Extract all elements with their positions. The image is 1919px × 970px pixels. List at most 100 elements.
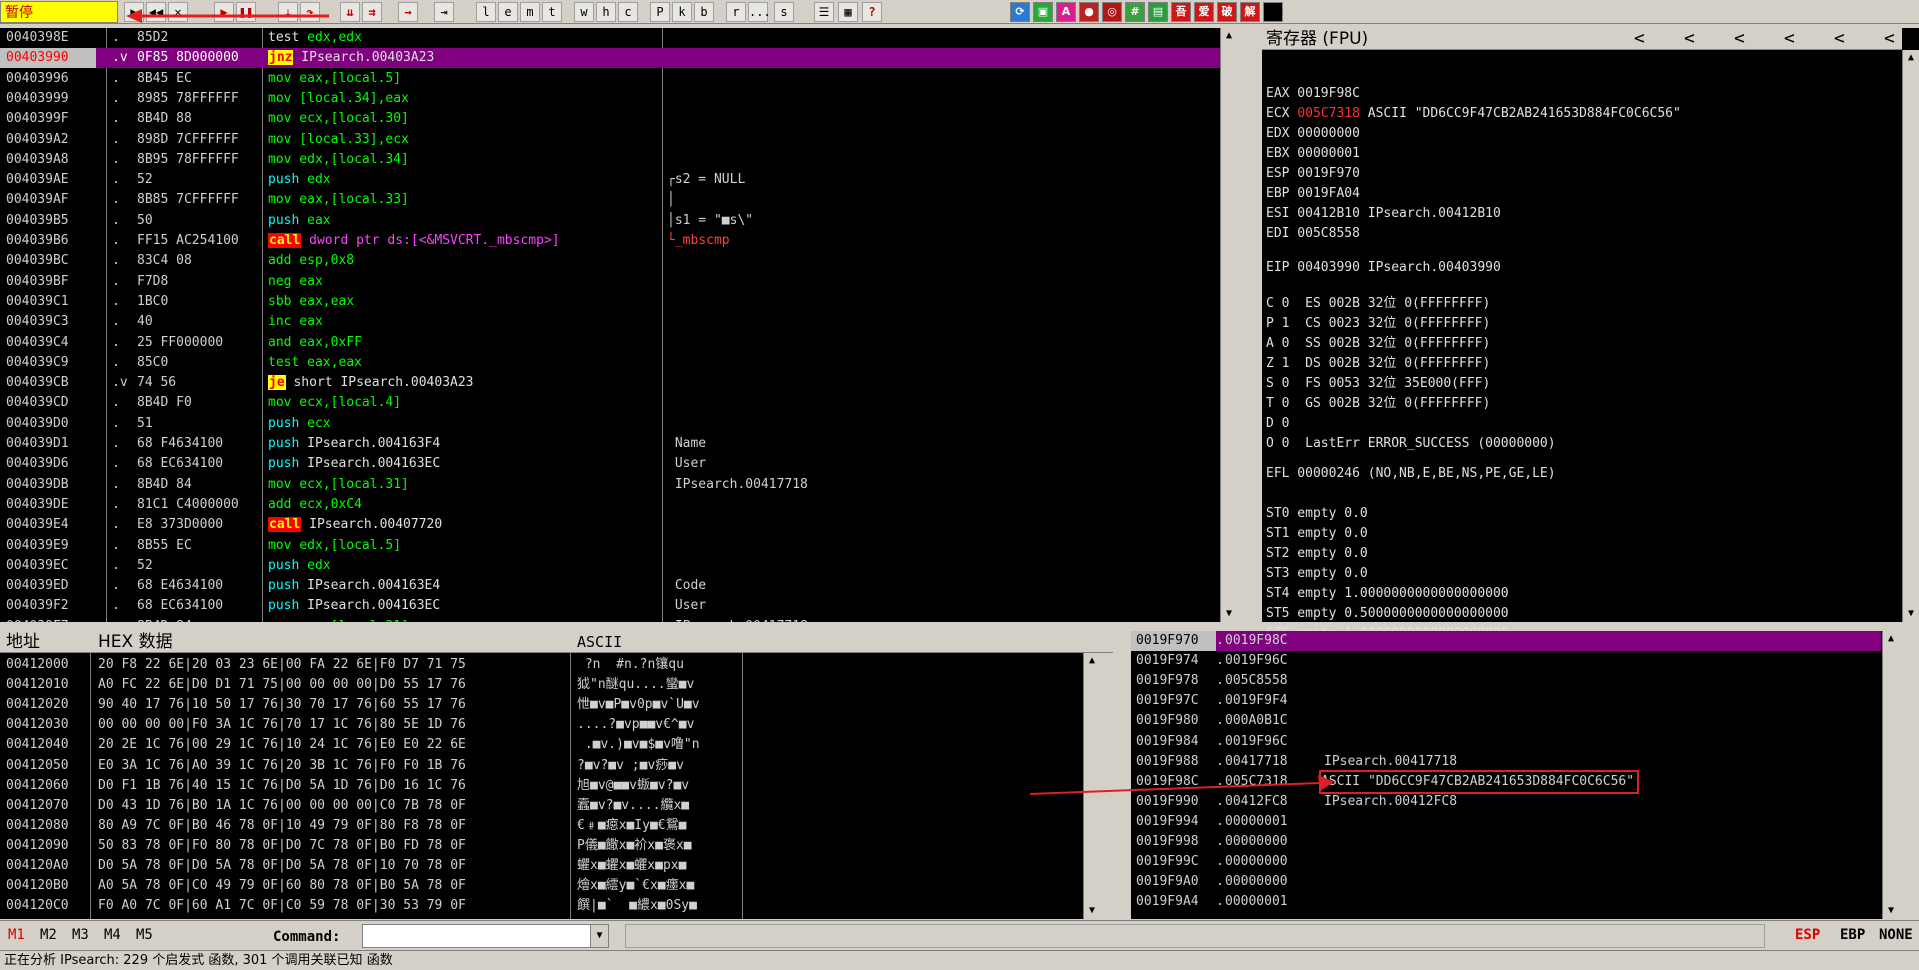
tab-m4[interactable]: M4 bbox=[104, 927, 121, 943]
scroll-up-icon[interactable]: ▲ bbox=[1084, 653, 1100, 669]
dump-row[interactable]: 00412050 E0 3A 1C 76|A0 39 1C 76|20 3B 1C… bbox=[0, 756, 1080, 776]
disasm-row[interactable]: 004039B5. 50 push eax │s1 = "■s\" bbox=[0, 211, 1220, 231]
threads-window-button[interactable]: t bbox=[542, 2, 562, 22]
scroll-up-icon[interactable]: ▲ bbox=[1221, 28, 1237, 44]
ebp-label[interactable]: EBP bbox=[1840, 927, 1865, 943]
help-button[interactable]: ? bbox=[862, 2, 882, 22]
register-line[interactable]: ESP 0019F970 bbox=[1266, 164, 1360, 184]
collapse-left-icon[interactable]: < bbox=[1884, 28, 1895, 50]
register-line[interactable]: D 0 bbox=[1266, 414, 1289, 434]
disasm-row[interactable]: 0040398E. 85D2 test edx,edx bbox=[0, 28, 1220, 48]
collapse-left-icon[interactable]: < bbox=[1684, 28, 1695, 50]
list-icon[interactable]: ☰ bbox=[814, 2, 834, 22]
memory-dump-pane[interactable]: 00412000 20 F8 22 6E|20 03 23 6E|00 FA 22… bbox=[0, 653, 1100, 919]
po-button[interactable]: 破 bbox=[1217, 2, 1237, 22]
callstack-window-button[interactable]: k bbox=[672, 2, 692, 22]
references-window-button[interactable]: r bbox=[726, 2, 746, 22]
register-line[interactable]: EAX 0019F98C bbox=[1266, 84, 1360, 104]
register-line[interactable]: EIP 00403990 IPsearch.00403990 bbox=[1266, 258, 1501, 278]
disasm-row[interactable]: 004039A2. 898D 7CFFFFFF mov [local.33],ecx bbox=[0, 130, 1220, 150]
tab-m3[interactable]: M3 bbox=[72, 927, 89, 943]
disasm-row[interactable]: 004039ED. 68 E4634100 push IPsearch.004163… bbox=[0, 576, 1220, 596]
register-line[interactable]: ST1 empty 0.0 bbox=[1266, 524, 1368, 544]
stack-row[interactable]: 0019F9A4. 00000001 bbox=[1131, 892, 1881, 912]
scroll-down-icon[interactable]: ▼ bbox=[1221, 606, 1237, 622]
disasm-row[interactable]: 004039BF. F7D8 neg eax bbox=[0, 272, 1220, 292]
disasm-row[interactable]: 004039E4. E8 373D0000 call IPsearch.004077… bbox=[0, 515, 1220, 535]
cpu-window-button[interactable]: c bbox=[618, 2, 638, 22]
stack-row[interactable]: 0019F978. 005C8558 bbox=[1131, 671, 1881, 691]
plugin-icon[interactable]: ▣ bbox=[1033, 2, 1053, 22]
register-line[interactable]: T 0 GS 002B 32位 0(FFFFFFFF) bbox=[1266, 394, 1490, 414]
black-icon[interactable] bbox=[1263, 2, 1283, 22]
registers-pane[interactable]: 寄存器 (FPU) < < < < < < EAX 0019F98C ECX 00… bbox=[1262, 28, 1919, 679]
breakpoints-window-button[interactable]: b bbox=[694, 2, 714, 22]
scroll-down-icon[interactable]: ▼ bbox=[1883, 903, 1899, 919]
esp-label[interactable]: ESP bbox=[1795, 927, 1820, 943]
dump-row[interactable]: 00412020 90 40 17 76|10 50 17 76|30 70 17… bbox=[0, 695, 1080, 715]
register-line[interactable]: ST0 empty 0.0 bbox=[1266, 504, 1368, 524]
scroll-up-icon[interactable]: ▲ bbox=[1883, 631, 1899, 647]
command-input[interactable]: ▼ bbox=[362, 924, 609, 948]
none-label[interactable]: NONE bbox=[1879, 927, 1913, 943]
handles-window-button[interactable]: h bbox=[596, 2, 616, 22]
collapse-left-icon[interactable]: < bbox=[1784, 28, 1795, 50]
tab-m2[interactable]: M2 bbox=[40, 927, 57, 943]
dump-header-address[interactable]: 地址 bbox=[6, 631, 40, 653]
record-icon[interactable]: ● bbox=[1079, 2, 1099, 22]
disasm-row[interactable]: 00403990 .v 0F85 8D000000 jnz IPsearch.0040… bbox=[0, 48, 1220, 69]
collapse-left-icon[interactable]: < bbox=[1834, 28, 1845, 50]
disasm-row[interactable]: 004039D0. 51 push ecx bbox=[0, 414, 1220, 434]
register-value-changed[interactable]: 005C7318 bbox=[1297, 106, 1360, 121]
dump-row[interactable]: 00412010 A0 FC 22 6E|D0 D1 71 75|00 00 00… bbox=[0, 675, 1080, 695]
register-line[interactable]: EFL 00000246 (NO,NB,E,BE,NS,PE,GE,LE) bbox=[1266, 464, 1556, 484]
memory-window-button[interactable]: m bbox=[520, 2, 540, 22]
disasm-row[interactable]: 004039E9. 8B55 EC mov edx,[local.5] bbox=[0, 536, 1220, 556]
trace-into-icon[interactable]: ⇊ bbox=[340, 2, 360, 22]
register-line[interactable]: C 0 ES 002B 32位 0(FFFFFFFF) bbox=[1266, 294, 1490, 314]
stack-row[interactable]: 0019F970. 0019F98C bbox=[1131, 631, 1881, 651]
stack-row[interactable]: 0019F998. 00000000 bbox=[1131, 832, 1881, 852]
register-line[interactable]: A 0 SS 002B 32位 0(FFFFFFFF) bbox=[1266, 334, 1490, 354]
collapse-left-icon[interactable]: < bbox=[1634, 28, 1645, 50]
disasm-row[interactable]: 004039C1. 1BC0 sbb eax,eax bbox=[0, 292, 1220, 312]
register-line[interactable]: EBX 00000001 bbox=[1266, 144, 1360, 164]
stack-row[interactable]: 0019F97C. 0019F9F4 bbox=[1131, 691, 1881, 711]
ascii-icon[interactable]: A bbox=[1056, 2, 1076, 22]
dump-row[interactable]: 00412060 D0 F1 1B 76|40 15 1C 76|D0 5A 1D… bbox=[0, 776, 1080, 796]
stack-row[interactable]: 0019F988. 00417718 IPsearch.00417718 bbox=[1131, 752, 1881, 772]
register-line[interactable]: ESI 00412B10 IPsearch.00412B10 bbox=[1266, 204, 1501, 224]
disasm-row[interactable]: 004039CB .v 74 56 je short IPsearch.00403A2… bbox=[0, 373, 1220, 393]
dump-row[interactable]: 00412040 20 2E 1C 76|00 29 1C 76|10 24 1C… bbox=[0, 735, 1080, 755]
scroll-up-icon[interactable]: ▲ bbox=[1903, 50, 1919, 66]
disasm-row[interactable]: 004039A8. 8B95 78FFFFFF mov edx,[local.34] bbox=[0, 150, 1220, 170]
dump-header-hex[interactable]: HEX 数据 bbox=[98, 631, 173, 653]
chevron-down-icon[interactable]: ▼ bbox=[590, 925, 608, 947]
execute-till-return-icon[interactable]: → bbox=[398, 2, 418, 22]
disasm-row[interactable]: 004039F2. 68 EC634100 push IPsearch.004163… bbox=[0, 596, 1220, 616]
tab-m1[interactable]: M1 bbox=[8, 927, 25, 943]
trace-over-icon[interactable]: ⇉ bbox=[362, 2, 382, 22]
disasm-row[interactable]: 004039DE. 81C1 C4000000 add ecx,0xC4 bbox=[0, 495, 1220, 515]
dump-header-ascii[interactable]: ASCII bbox=[577, 631, 622, 653]
disasm-row[interactable]: 004039BC. 83C4 08 add esp,0x8 bbox=[0, 251, 1220, 271]
disasm-row[interactable]: 00403999. 8985 78FFFFFF mov [local.34],eax bbox=[0, 89, 1220, 109]
grid-icon[interactable]: # bbox=[1125, 2, 1145, 22]
register-line[interactable]: S 0 FS 0053 32位 35E000(FFF) bbox=[1266, 374, 1490, 394]
register-line[interactable]: EDX 00000000 bbox=[1266, 124, 1360, 144]
dump-row[interactable]: 004120B0 A0 5A 78 0F|C0 49 79 0F|60 80 78… bbox=[0, 876, 1080, 896]
disasm-row[interactable]: 004039B6. FF15 AC254100 call dword ptr ds:… bbox=[0, 231, 1220, 251]
disasm-row[interactable]: 004039F7.8B4D 84mov ecx,[local.31] IPsea… bbox=[0, 617, 1220, 622]
disassembly-pane[interactable]: 0040398E. 85D2 test edx,edx 00403990 .v 0F85 … bbox=[0, 28, 1237, 622]
target-icon[interactable]: ◎ bbox=[1102, 2, 1122, 22]
disasm-row[interactable]: 004039C4. 25 FF000000 and eax,0xFF bbox=[0, 333, 1220, 353]
disasm-row[interactable]: 004039C9. 85C0 test eax,eax bbox=[0, 353, 1220, 373]
register-line[interactable]: EDI 005C8558 bbox=[1266, 224, 1360, 244]
dump-row[interactable]: 00412000 20 F8 22 6E|20 03 23 6E|00 FA 22… bbox=[0, 655, 1080, 675]
wu-button[interactable]: 吾 bbox=[1171, 2, 1191, 22]
disasm-row[interactable]: 004039C3. 40 inc eax bbox=[0, 312, 1220, 332]
stack-scrollbar[interactable]: ▲ ▼ bbox=[1882, 631, 1899, 919]
patches-window-button[interactable]: P bbox=[650, 2, 670, 22]
disasm-row[interactable]: 004039D1. 68 F4634100 push IPsearch.004163… bbox=[0, 434, 1220, 454]
disasm-row[interactable]: 004039AF. 8B85 7CFFFFFF mov eax,[local.33]… bbox=[0, 190, 1220, 210]
